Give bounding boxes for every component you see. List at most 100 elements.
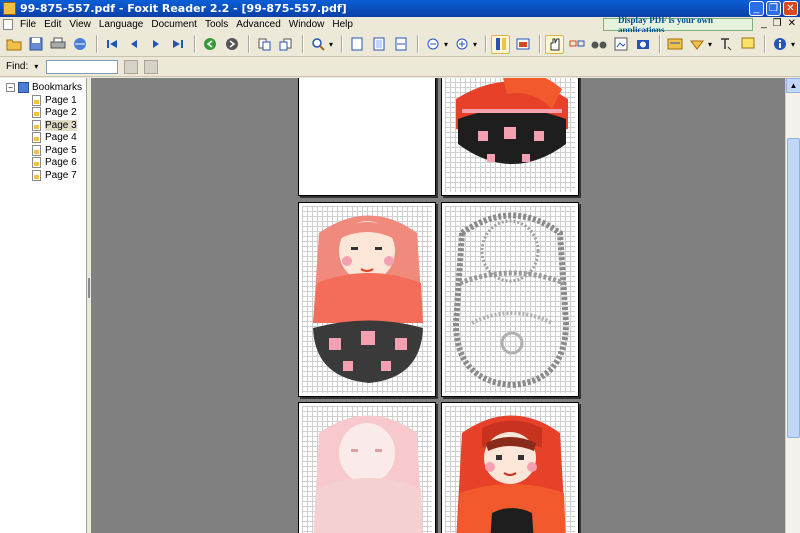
- scroll-thumb[interactable]: [787, 138, 800, 438]
- bookmark-page-7[interactable]: Page 7: [32, 169, 86, 181]
- fit-width-icon[interactable]: [391, 35, 410, 54]
- single-page-icon[interactable]: [491, 34, 510, 54]
- find-icon[interactable]: [589, 35, 608, 54]
- bookmark-page-6[interactable]: Page 6: [32, 157, 86, 169]
- maximize-button[interactable]: ❐: [766, 1, 781, 16]
- toolbar-separator: [417, 35, 419, 53]
- bookmarks-root-label: Bookmarks: [32, 82, 83, 93]
- bookmark-page-1[interactable]: Page 1: [32, 94, 86, 106]
- page-thumbnail-doll-bottom-red[interactable]: [441, 78, 579, 196]
- open-icon[interactable]: [4, 35, 23, 54]
- typewriter-icon[interactable]: [716, 35, 735, 54]
- document-view[interactable]: [91, 78, 785, 533]
- bookmark-page-icon: [32, 94, 41, 106]
- doll-pattern-image: [452, 212, 570, 389]
- doll-pattern-image: [313, 215, 423, 383]
- app-icon: [3, 2, 16, 15]
- find-input[interactable]: [46, 59, 119, 74]
- highlight-dropdown-icon[interactable]: ▾: [707, 35, 713, 54]
- doll-pattern-image: [456, 415, 566, 533]
- doc-restore-button[interactable]: ❐: [773, 18, 782, 29]
- bookmark-page-icon: [32, 169, 41, 181]
- zoom-in-dropdown-icon[interactable]: ▾: [472, 35, 478, 54]
- zoom-out-dropdown-icon[interactable]: ▾: [443, 35, 449, 54]
- page-thumbnail-doll-pink[interactable]: [298, 202, 436, 397]
- comment-icon[interactable]: [665, 35, 684, 54]
- zoom-icon[interactable]: [308, 35, 327, 54]
- toolbar-separator: [485, 35, 487, 53]
- next-page-icon[interactable]: [146, 35, 165, 54]
- ad-banner[interactable]: Display PDF is your own applications: [603, 15, 753, 35]
- fit-page-icon[interactable]: [369, 35, 388, 54]
- window-controls: _ ❐ ✕: [749, 1, 798, 16]
- menu-document[interactable]: Document: [147, 19, 201, 30]
- camera-icon[interactable]: [633, 35, 652, 54]
- continuous-icon[interactable]: [513, 35, 532, 54]
- bookmark-label: Page 2: [45, 107, 77, 119]
- menu-advanced[interactable]: Advanced: [232, 19, 284, 30]
- info-icon[interactable]: [770, 35, 789, 54]
- save-icon[interactable]: [26, 35, 45, 54]
- collapse-icon[interactable]: −: [6, 83, 15, 92]
- page-thumbnail-doll-outline[interactable]: [441, 202, 579, 397]
- select-tool-icon[interactable]: [567, 35, 586, 54]
- splitter-grip[interactable]: [88, 278, 90, 298]
- close-button[interactable]: ✕: [783, 1, 798, 16]
- page-thumbnail-doll-red[interactable]: [441, 402, 579, 533]
- last-page-icon[interactable]: [168, 35, 187, 54]
- menu-view[interactable]: View: [65, 19, 95, 30]
- bookmark-page-5[interactable]: Page 5: [32, 144, 86, 156]
- menu-tools[interactable]: Tools: [201, 19, 232, 30]
- bookmark-label: Page 7: [45, 169, 77, 181]
- zoom-dropdown-icon[interactable]: ▾: [328, 35, 334, 54]
- rotate-right-icon[interactable]: [276, 35, 295, 54]
- find-previous-button[interactable]: [124, 59, 139, 74]
- page-thumbnail-doll-faded[interactable]: [298, 402, 436, 533]
- bookmark-page-3[interactable]: Page 3: [32, 119, 86, 131]
- prev-page-icon[interactable]: [124, 35, 143, 54]
- doc-minimize-button[interactable]: _: [761, 18, 767, 29]
- info-dropdown-icon[interactable]: ▾: [790, 35, 796, 54]
- doc-close-button[interactable]: ✕: [788, 18, 796, 29]
- go-back-icon[interactable]: [200, 35, 219, 54]
- bookmark-page-icon: [32, 119, 41, 131]
- note-icon[interactable]: [738, 35, 757, 54]
- print-icon[interactable]: [48, 35, 67, 54]
- menu-language[interactable]: Language: [95, 19, 148, 30]
- bookmark-page-icon: [32, 157, 41, 169]
- rotate-left-icon[interactable]: [254, 35, 273, 54]
- bookmark-label: Page 1: [45, 94, 77, 106]
- bookmarks-root[interactable]: − Bookmarks: [6, 82, 86, 93]
- toolbar-separator: [764, 35, 766, 53]
- find-options-dropdown-icon[interactable]: ▾: [34, 62, 38, 71]
- zoom-out-icon[interactable]: [423, 35, 442, 54]
- window-title: 99-875-557.pdf - Foxit Reader 2.2 - [99-…: [20, 2, 347, 15]
- go-forward-icon[interactable]: [222, 35, 241, 54]
- menu-edit[interactable]: Edit: [40, 19, 65, 30]
- toolbar-separator: [248, 35, 250, 53]
- document-icon[interactable]: [3, 19, 13, 30]
- bookmark-page-4[interactable]: Page 4: [32, 132, 86, 144]
- page-thumbnail-blank[interactable]: [298, 78, 436, 196]
- bookmark-label: Page 4: [45, 132, 77, 144]
- snapshot-icon[interactable]: [611, 35, 630, 54]
- highlight-icon[interactable]: [687, 35, 706, 54]
- find-label: Find:: [6, 61, 29, 72]
- bookmarks-icon: [18, 82, 29, 93]
- toolbar-separator: [659, 35, 661, 53]
- hand-tool-icon[interactable]: [545, 34, 564, 54]
- scroll-up-button[interactable]: ▲: [786, 78, 800, 93]
- menu-file[interactable]: File: [16, 19, 40, 30]
- vertical-scrollbar[interactable]: ▲: [785, 78, 800, 533]
- bookmark-page-2[interactable]: Page 2: [32, 107, 86, 119]
- bookmark-label: Page 3: [45, 119, 77, 131]
- find-next-button[interactable]: [144, 59, 159, 74]
- toolbar-separator: [96, 35, 98, 53]
- email-icon[interactable]: [70, 35, 89, 54]
- actual-size-icon[interactable]: [347, 35, 366, 54]
- document-window-controls: _ ❐ ✕: [761, 18, 796, 29]
- zoom-in-icon[interactable]: [452, 35, 471, 54]
- menu-help[interactable]: Help: [328, 19, 357, 30]
- menu-window[interactable]: Window: [285, 19, 329, 30]
- first-page-icon[interactable]: [102, 35, 121, 54]
